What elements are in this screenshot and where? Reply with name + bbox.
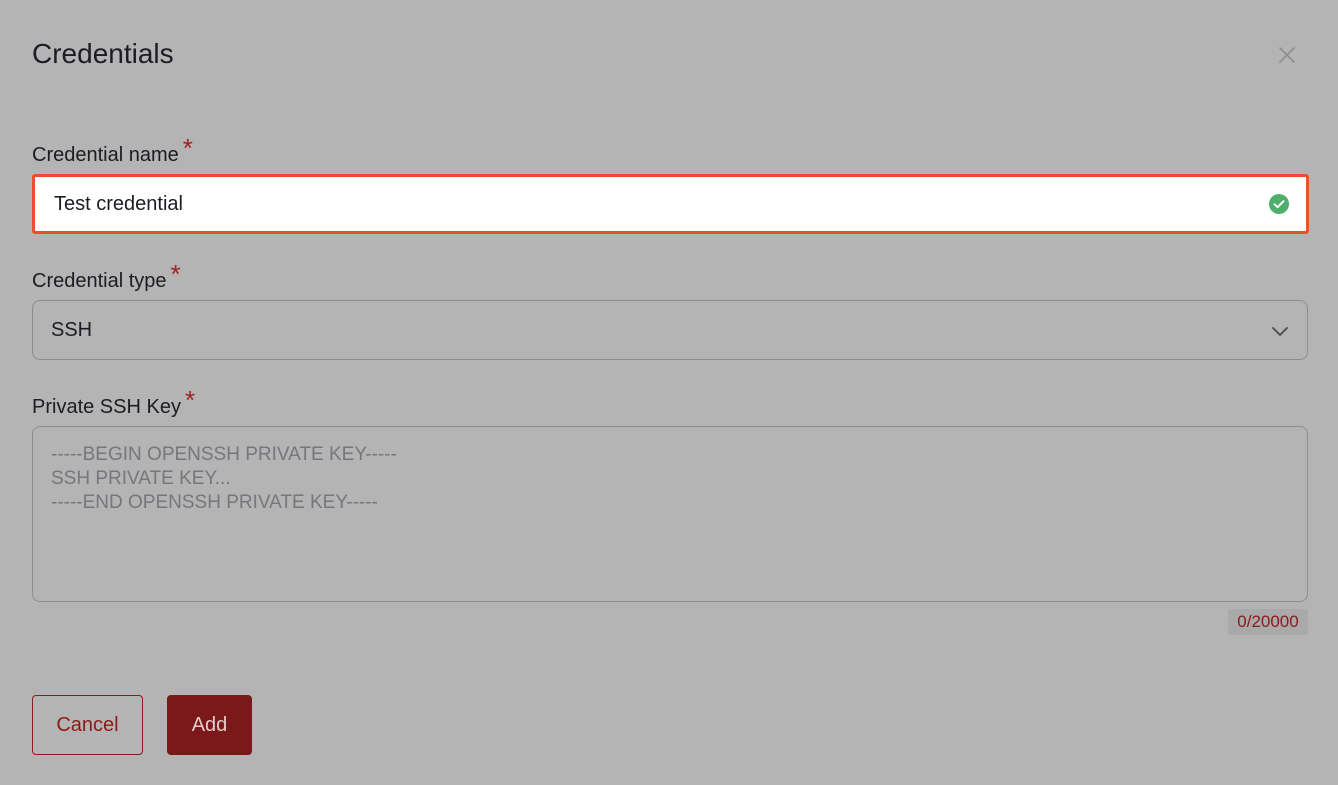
private-key-label-text: Private SSH Key	[32, 396, 181, 418]
credential-type-value: SSH	[51, 319, 93, 341]
credential-type-label-text: Credential type	[32, 270, 167, 292]
dialog-title: Credentials	[32, 38, 174, 69]
credential-name-label-text: Credential name	[32, 144, 179, 166]
check-circle-icon	[1269, 194, 1289, 214]
close-button[interactable]	[1274, 42, 1300, 68]
required-asterisk: *	[184, 385, 196, 415]
private-key-label: Private SSH Key *	[32, 387, 195, 420]
private-key-textarea[interactable]	[32, 426, 1308, 602]
credential-name-input[interactable]	[54, 177, 1234, 231]
required-asterisk: *	[170, 259, 181, 289]
credentials-dialog: Credentials Credential name* Credential …	[0, 0, 1338, 785]
cancel-button[interactable]: Cancel	[32, 695, 143, 755]
chevron-down-icon	[1272, 327, 1288, 336]
required-asterisk: *	[182, 133, 193, 163]
close-icon	[1279, 47, 1295, 63]
credential-name-field	[32, 174, 1309, 234]
credential-name-label: Credential name *	[32, 135, 193, 168]
character-counter: 0/20000	[1228, 609, 1308, 635]
credential-type-select[interactable]: SSH	[32, 300, 1308, 360]
add-button[interactable]: Add	[167, 695, 252, 755]
credential-type-label: Credential type *	[32, 261, 181, 294]
